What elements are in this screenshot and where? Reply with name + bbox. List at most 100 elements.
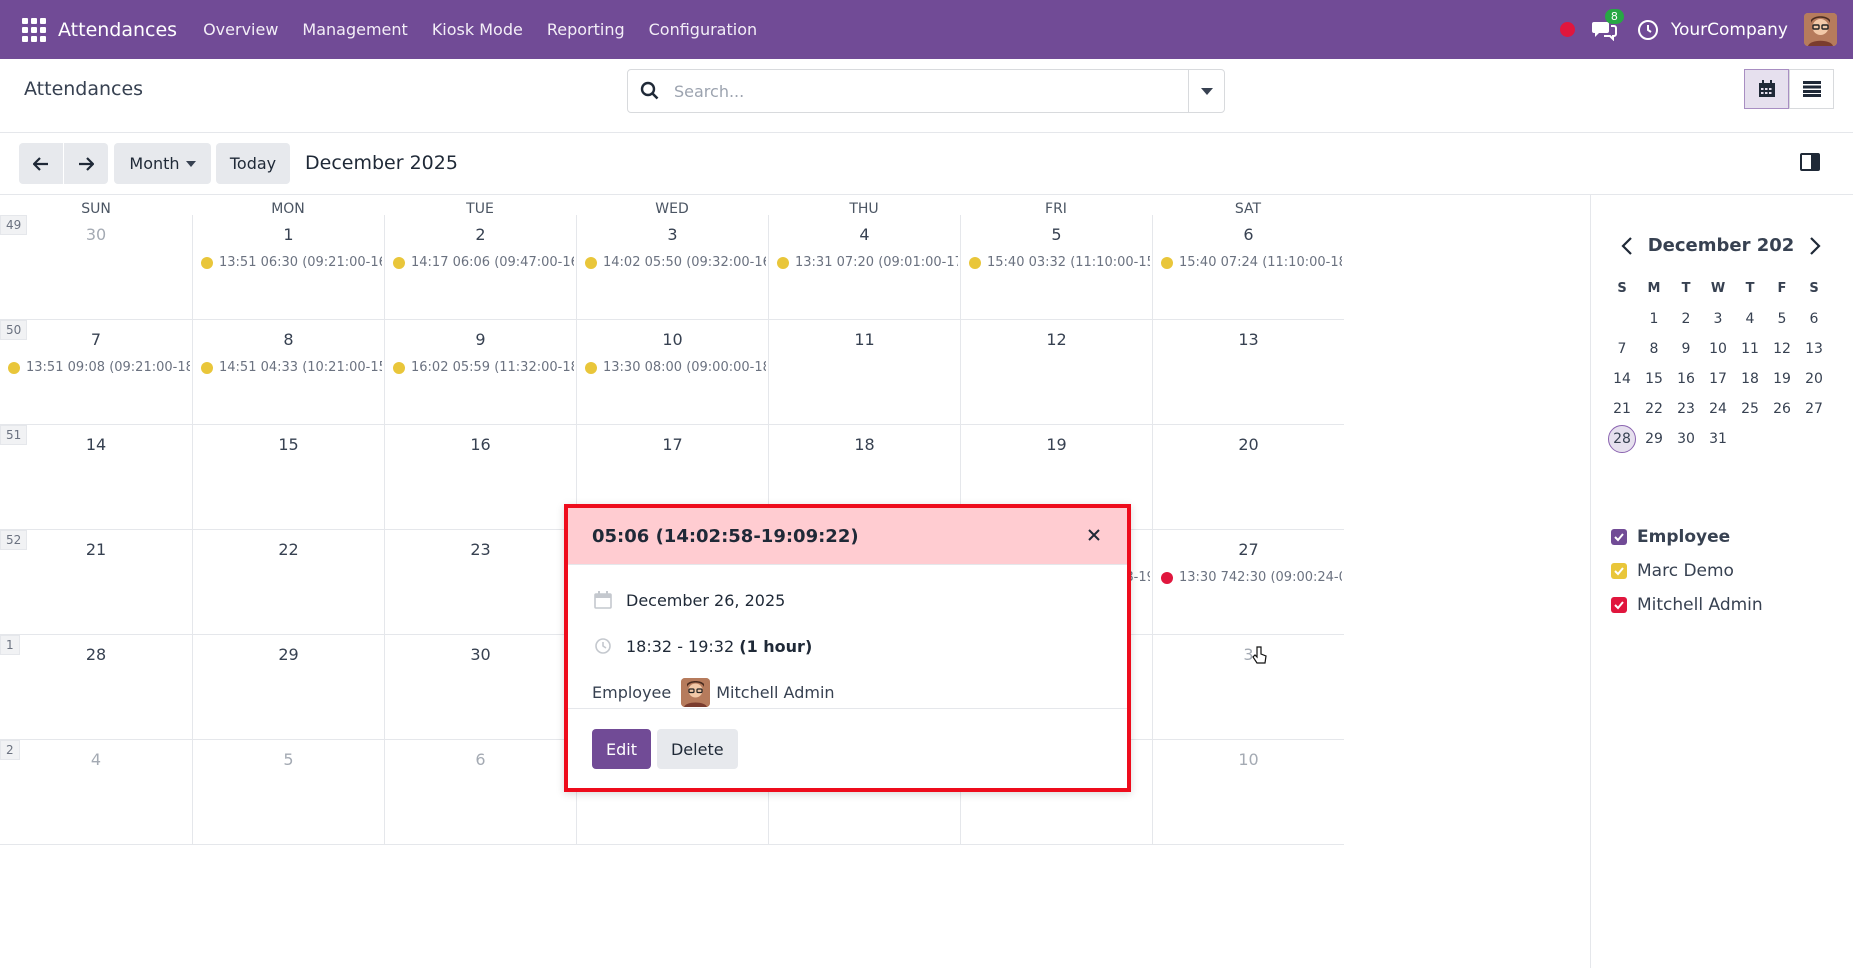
day-cell[interactable]: 7 13:51 09:08 (09:21:00-18:29:0 — [0, 320, 192, 425]
day-number[interactable]: 14 — [0, 435, 192, 454]
day-cell[interactable]: 29 — [192, 635, 384, 740]
checkbox-checked-icon[interactable] — [1611, 563, 1627, 579]
day-cell[interactable]: 30 — [384, 635, 576, 740]
day-number[interactable]: 21 — [0, 540, 192, 559]
mini-day[interactable]: 14 — [1606, 367, 1638, 391]
mini-day[interactable]: 17 — [1702, 367, 1734, 391]
day-cell[interactable]: 21 — [0, 530, 192, 635]
calendar-event[interactable]: 13:30 08:00 (09:00:00-18:00:0 — [585, 360, 766, 375]
day-cell[interactable]: 23 — [384, 530, 576, 635]
day-number[interactable]: 10 — [1153, 750, 1344, 769]
day-cell[interactable]: 3 — [1152, 635, 1344, 740]
day-number[interactable]: 16 — [385, 435, 576, 454]
close-icon[interactable] — [1085, 526, 1103, 544]
calendar-event[interactable]: 13:30 742:30 (09:00:24-05:30 — [1161, 570, 1342, 585]
day-number[interactable]: 5 — [961, 225, 1152, 244]
day-number[interactable]: 8 — [193, 330, 384, 349]
search-options-toggle[interactable] — [1188, 70, 1224, 112]
menu-configuration[interactable]: Configuration — [649, 20, 758, 39]
day-cell[interactable]: 9 16:02 05:59 (11:32:00-18:31:0 — [384, 320, 576, 425]
employee-name[interactable]: Mitchell Admin — [716, 683, 834, 702]
mini-day[interactable]: 5 — [1766, 307, 1798, 331]
day-cell[interactable]: 4 13:31 07:20 (09:01:00-17:21:0 — [768, 215, 960, 320]
day-number[interactable]: 11 — [769, 330, 960, 349]
mini-day[interactable]: 13 — [1798, 337, 1830, 361]
delete-button[interactable]: Delete — [656, 729, 738, 769]
mini-day[interactable]: 4 — [1734, 307, 1766, 331]
mini-day[interactable]: 11 — [1734, 337, 1766, 361]
mini-day[interactable]: 31 — [1702, 427, 1734, 451]
menu-reporting[interactable]: Reporting — [547, 20, 625, 39]
day-cell[interactable]: 3 14:02 05:50 (09:32:00-16:22:0 — [576, 215, 768, 320]
mini-day[interactable]: 27 — [1798, 397, 1830, 421]
today-button[interactable]: Today — [216, 143, 290, 184]
day-number[interactable]: 15 — [193, 435, 384, 454]
day-number[interactable]: 7 — [0, 330, 192, 349]
day-cell[interactable]: 8 14:51 04:33 (10:21:00-15:54:0 — [192, 320, 384, 425]
mini-day[interactable]: 25 — [1734, 397, 1766, 421]
day-number[interactable]: 30 — [385, 645, 576, 664]
day-cell[interactable]: 4 — [0, 740, 192, 845]
day-number[interactable]: 20 — [1153, 435, 1344, 454]
list-view-button[interactable] — [1789, 69, 1834, 109]
day-cell[interactable]: 28 — [0, 635, 192, 740]
calendar-event[interactable]: 13:51 06:30 (09:21:00-16:51:0 — [201, 255, 382, 270]
recording-dot-icon[interactable] — [1559, 22, 1575, 37]
day-number[interactable]: 27 — [1153, 540, 1344, 559]
mini-day[interactable]: 29 — [1638, 427, 1670, 451]
day-number[interactable]: 19 — [961, 435, 1152, 454]
clock-icon[interactable] — [1637, 19, 1659, 41]
checkbox-checked-icon[interactable] — [1611, 529, 1627, 545]
day-cell[interactable]: 22 — [192, 530, 384, 635]
day-number[interactable]: 12 — [961, 330, 1152, 349]
day-cell[interactable]: 1 13:51 06:30 (09:21:00-16:51:0 — [192, 215, 384, 320]
mini-day[interactable]: 23 — [1670, 397, 1702, 421]
previous-button[interactable] — [19, 143, 63, 184]
calendar-event[interactable]: 16:02 05:59 (11:32:00-18:31:0 — [393, 360, 574, 375]
day-cell[interactable]: 30 — [0, 215, 192, 320]
day-cell[interactable]: 20 — [1152, 425, 1344, 530]
filter-mitchell-admin[interactable]: Mitchell Admin — [1611, 588, 1763, 622]
day-cell[interactable]: 5 15:40 03:32 (11:10:00-15:42:0 — [960, 215, 1152, 320]
mini-day[interactable]: 2 — [1670, 307, 1702, 331]
day-number[interactable]: 22 — [193, 540, 384, 559]
mini-day[interactable]: 9 — [1670, 337, 1702, 361]
day-cell[interactable]: 2 14:17 06:06 (09:47:00-16:53:0 — [384, 215, 576, 320]
day-number[interactable]: 2 — [385, 225, 576, 244]
day-number[interactable]: 30 — [0, 225, 192, 244]
day-number[interactable]: 10 — [577, 330, 768, 349]
day-cell[interactable]: 27 13:30 742:30 (09:00:24-05:30 — [1152, 530, 1344, 635]
next-button[interactable] — [64, 143, 108, 184]
day-number[interactable]: 18 — [769, 435, 960, 454]
day-number[interactable]: 29 — [193, 645, 384, 664]
mini-day[interactable]: 16 — [1670, 367, 1702, 391]
mini-day[interactable]: 3 — [1702, 307, 1734, 331]
day-number[interactable]: 1 — [193, 225, 384, 244]
day-cell[interactable]: 6 — [384, 740, 576, 845]
day-number[interactable]: 23 — [385, 540, 576, 559]
calendar-event[interactable]: 13:31 07:20 (09:01:00-17:21:0 — [777, 255, 958, 270]
chat-icon[interactable]: 8 — [1591, 8, 1624, 41]
day-number[interactable]: 5 — [193, 750, 384, 769]
calendar-view-button[interactable] — [1744, 69, 1789, 109]
day-number[interactable]: 17 — [577, 435, 768, 454]
day-number[interactable]: 13 — [1153, 330, 1344, 349]
mini-day[interactable]: 20 — [1798, 367, 1830, 391]
mini-day[interactable]: 26 — [1766, 397, 1798, 421]
mini-day[interactable]: 12 — [1766, 337, 1798, 361]
scale-dropdown[interactable]: Month — [114, 143, 211, 184]
menu-management[interactable]: Management — [302, 20, 407, 39]
company-switcher[interactable]: YourCompany — [1671, 20, 1788, 40]
day-number[interactable]: 4 — [769, 225, 960, 244]
mini-day[interactable]: 8 — [1638, 337, 1670, 361]
mini-day[interactable]: 24 — [1702, 397, 1734, 421]
day-cell[interactable]: 5 — [192, 740, 384, 845]
calendar-event[interactable]: 13:51 09:08 (09:21:00-18:29:0 — [8, 360, 190, 375]
day-cell[interactable]: 6 15:40 07:24 (11:10:00-18:34:0 — [1152, 215, 1344, 320]
filter-group-employee[interactable]: Employee — [1611, 520, 1763, 554]
calendar-event[interactable]: 14:17 06:06 (09:47:00-16:53:0 — [393, 255, 574, 270]
mini-day[interactable]: 28 — [1608, 425, 1636, 453]
day-cell[interactable]: 12 — [960, 320, 1152, 425]
mini-day[interactable]: 7 — [1606, 337, 1638, 361]
mini-day[interactable]: 22 — [1638, 397, 1670, 421]
